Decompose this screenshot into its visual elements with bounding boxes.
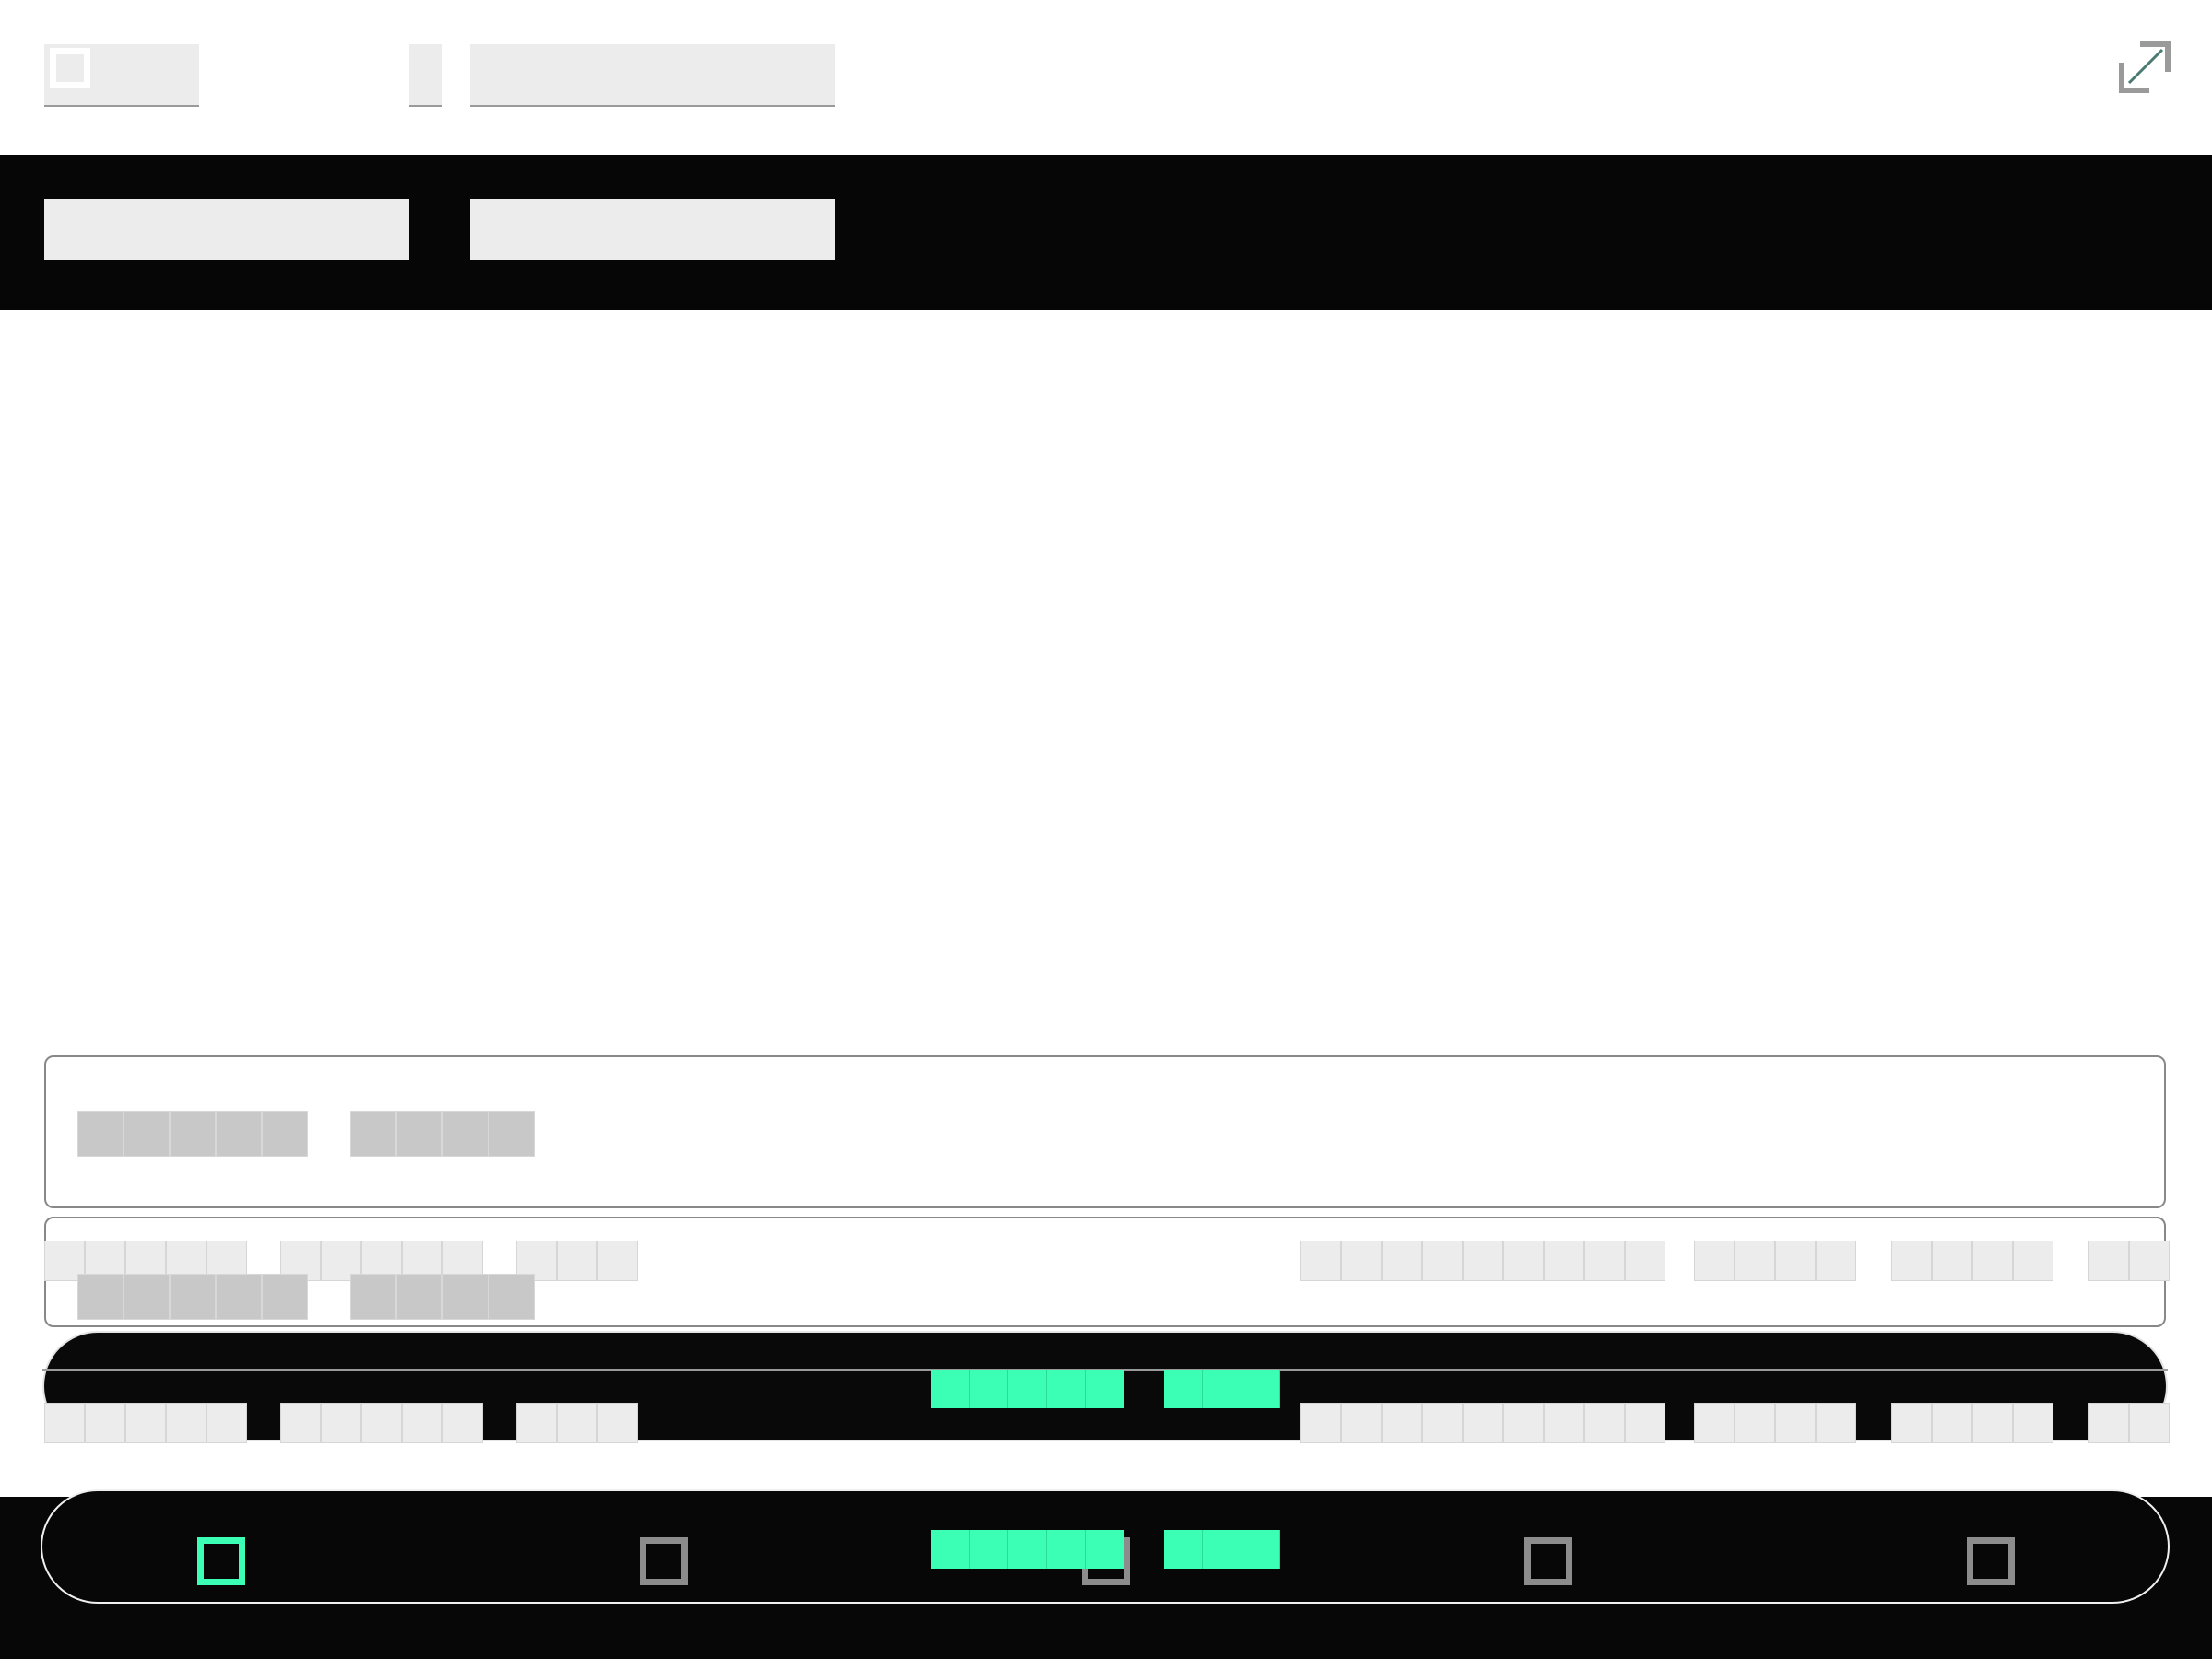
list-item-label <box>516 1403 638 1443</box>
nav-item-5-square-icon[interactable] <box>1967 1537 2015 1585</box>
nav-accent-label <box>1164 1530 1280 1569</box>
list-item-label <box>2088 1241 2170 1281</box>
list-item-label <box>1300 1403 1665 1443</box>
card-label <box>77 1111 308 1157</box>
nav-accent-label <box>931 1530 1124 1569</box>
top-bar <box>0 0 2212 155</box>
list-item-label <box>44 1403 247 1443</box>
list-item-value <box>350 1274 535 1320</box>
list-item-label <box>2088 1403 2170 1443</box>
app-logo-icon <box>50 48 90 88</box>
tab-2[interactable] <box>470 199 835 260</box>
list-item-label <box>1891 1403 2053 1443</box>
nav-item-4-square-icon[interactable] <box>1524 1537 1572 1585</box>
app-window <box>0 0 2212 1659</box>
nav-item-2-square-icon[interactable] <box>640 1537 688 1585</box>
list-item-label <box>1694 1241 1856 1281</box>
tab-bar <box>0 155 2212 310</box>
tab-1[interactable] <box>44 199 409 260</box>
list-item-label <box>1694 1403 1856 1443</box>
list-item-label <box>1891 1241 2053 1281</box>
breadcrumb-separator <box>409 44 442 107</box>
expand-icon[interactable] <box>2118 41 2171 94</box>
accent-label <box>931 1370 1124 1408</box>
nav-item-1-square-icon[interactable] <box>197 1537 245 1585</box>
card-value <box>350 1111 535 1157</box>
list-item-label <box>280 1403 483 1443</box>
list-item-value <box>77 1274 308 1320</box>
page-title <box>470 44 835 107</box>
list-item-label <box>1300 1241 1665 1281</box>
app-logo[interactable] <box>44 44 199 107</box>
accent-label <box>1164 1370 1280 1408</box>
